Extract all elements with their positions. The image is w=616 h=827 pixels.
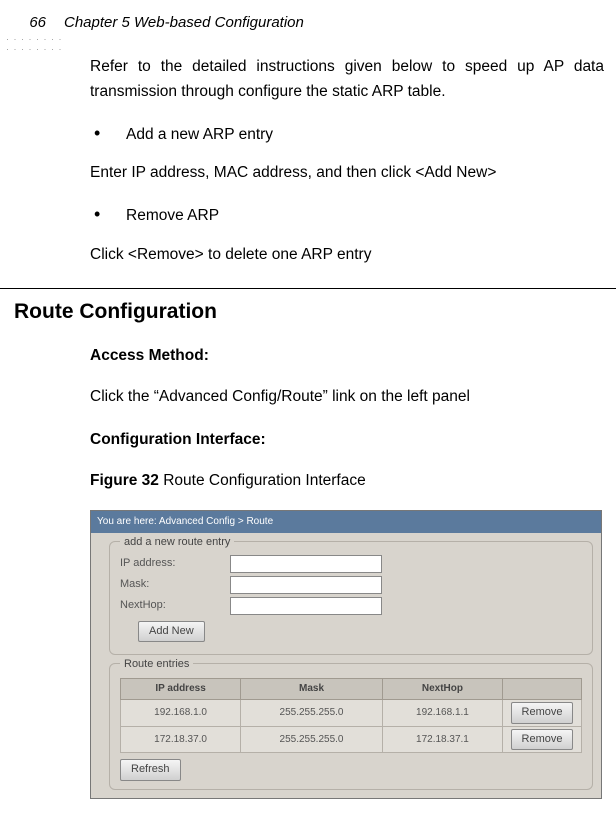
table-row: 172.18.37.0 255.255.255.0 172.18.37.1 Re…: [121, 726, 582, 753]
mask-label: Mask:: [120, 576, 230, 594]
route-entries-fieldset: Route entries IP address Mask NextHop 19…: [109, 663, 593, 790]
refresh-button[interactable]: Refresh: [120, 759, 181, 781]
bullet-dot: •: [90, 204, 126, 226]
config-interface-label: Configuration Interface:: [90, 428, 604, 453]
mask-input[interactable]: [230, 576, 382, 594]
line-1: Enter IP address, MAC address, and then …: [90, 161, 604, 186]
add-route-fieldset: add a new route entry IP address: Mask: …: [109, 541, 593, 656]
remove-button[interactable]: Remove: [511, 702, 574, 724]
route-table: IP address Mask NextHop 192.168.1.0 255.…: [120, 678, 582, 753]
nexthop-input[interactable]: [230, 597, 382, 615]
col-ip: IP address: [121, 679, 241, 700]
add-new-button[interactable]: Add New: [138, 621, 205, 643]
table-row: 192.168.1.0 255.255.255.0 192.168.1.1 Re…: [121, 700, 582, 727]
col-nexthop: NextHop: [382, 679, 502, 700]
access-method-text: Click the “Advanced Config/Route” link o…: [90, 385, 604, 410]
bullet-1: Add a new ARP entry: [126, 123, 604, 148]
line-2: Click <Remove> to delete one ARP entry: [90, 243, 604, 268]
remove-button[interactable]: Remove: [511, 729, 574, 751]
route-config-screenshot: You are here: Advanced Config > Route ad…: [90, 510, 602, 799]
intro-paragraph: Refer to the detailed instructions given…: [90, 55, 604, 105]
bullet-dot: •: [90, 123, 126, 145]
bullet-2: Remove ARP: [126, 204, 604, 229]
col-action: [503, 679, 582, 700]
section-title: Route Configuration: [14, 295, 604, 329]
add-route-legend: add a new route entry: [120, 534, 234, 552]
breadcrumb: You are here: Advanced Config > Route: [91, 511, 601, 533]
decorative-dots: · · · · · · · ·· · · · · · · ·: [6, 34, 62, 54]
section-rule: [0, 288, 616, 289]
ip-input[interactable]: [230, 555, 382, 573]
ip-label: IP address:: [120, 555, 230, 573]
chapter-title: Chapter 5 Web-based Configuration: [64, 14, 304, 31]
col-mask: Mask: [241, 679, 383, 700]
nexthop-label: NextHop:: [120, 597, 230, 615]
page-number: 66: [14, 14, 64, 31]
access-method-label: Access Method:: [90, 344, 604, 369]
figure-caption: Figure 32 Route Configuration Interface: [90, 469, 604, 494]
route-entries-legend: Route entries: [120, 656, 193, 674]
